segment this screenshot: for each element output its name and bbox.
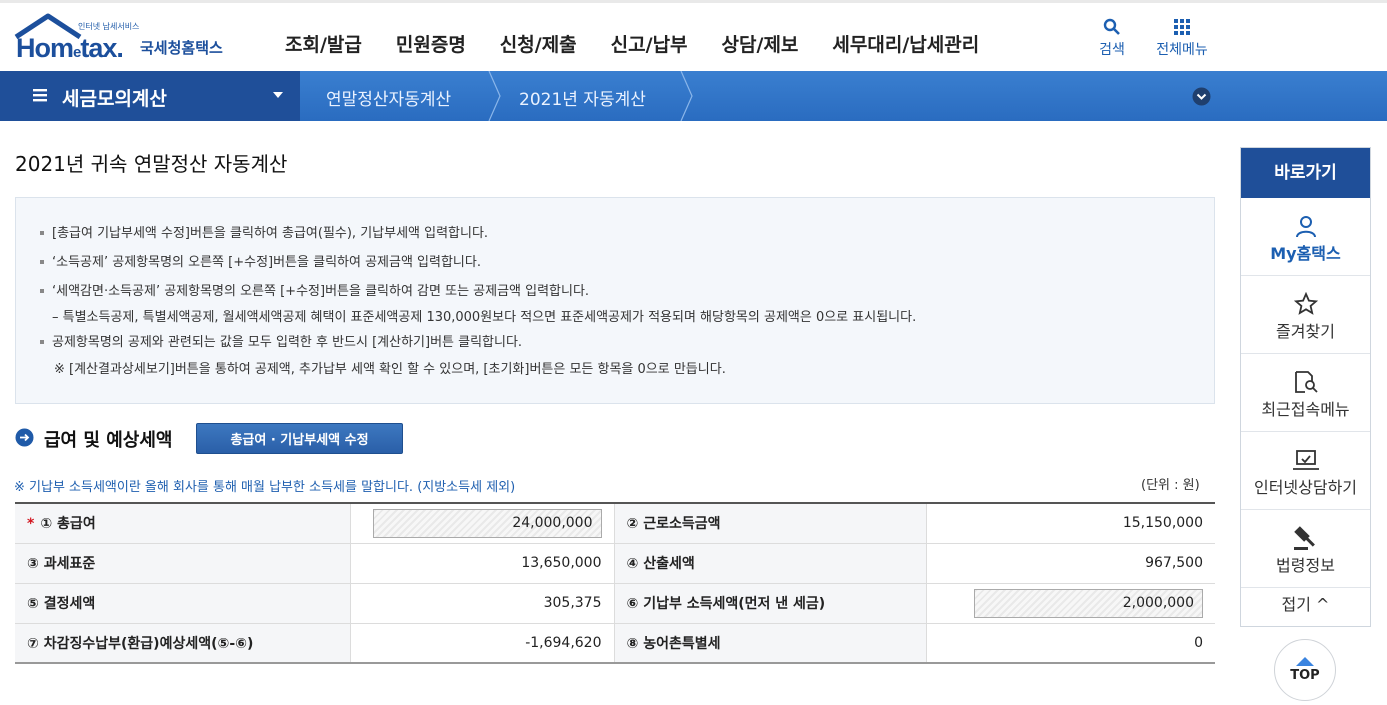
all-menu-button[interactable]: 전체메뉴 xyxy=(1147,15,1217,59)
calculated-tax-value: 967,500 xyxy=(925,543,1215,584)
breadcrumb-separator-icon xyxy=(488,71,501,121)
instructions-box: [총급여 기납부세액 수정]버튼을 클릭하여 총급여(필수), 기납부세액 입력… xyxy=(15,197,1215,404)
table-row: ③ 과세표준 13,650,000 ④ 산출세액 967,500 xyxy=(15,543,1215,584)
search-label: 검색 xyxy=(1099,42,1125,58)
rural-special-tax-label: ⑧ 농어촌특별세 xyxy=(614,623,926,664)
required-mark: * xyxy=(27,516,35,533)
quick-item-law-info[interactable]: 법령정보 xyxy=(1241,510,1370,588)
nav-item-certificate[interactable]: 민원증명 xyxy=(396,30,466,57)
scroll-top-button[interactable]: TOP xyxy=(1274,639,1336,701)
total-salary-field[interactable]: 24,000,000 xyxy=(372,508,602,538)
quick-menu-fold-button[interactable]: 접기 ^ xyxy=(1241,588,1370,624)
unit-label: (단위 : 원) xyxy=(1141,478,1200,493)
nav-item-inquiry[interactable]: 조회/발급 xyxy=(285,30,362,57)
all-menu-label: 전체메뉴 xyxy=(1156,42,1208,58)
prepaid-tax-cell: 2,000,000 xyxy=(925,583,1215,624)
logo-subtitle: 인터넷 납세서비스 xyxy=(78,22,140,31)
location-bar: 세금모의계산 연말정산자동계산 2021년 자동계산 xyxy=(0,71,1387,121)
search-button[interactable]: 검색 xyxy=(1077,15,1147,59)
page-title: 2021년 귀속 연말정산 자동계산 xyxy=(15,152,288,176)
site-header: 인터넷 납세서비스 Hometax. 국세청홈택스 조회/발급 민원증명 신청/… xyxy=(0,0,1387,71)
expected-refund-label: ⑦ 차감징수납부(환급)예상세액(⑤-⑥) xyxy=(15,623,350,664)
arrow-up-icon xyxy=(1296,657,1314,666)
instruction-subline: ※ [계산결과상세보기]버튼을 통하여 공제액, 추가납부 세액 확인 할 수 … xyxy=(54,362,726,377)
instruction-line: ‘세액감면·소득공제’ 공제항목명의 오른쪽 [+수정]버튼을 클릭하여 감면 … xyxy=(40,280,589,299)
tax-base-label: ③ 과세표준 xyxy=(15,543,350,584)
tax-note: ※ 기납부 소득세액이란 올해 회사를 통해 매월 납부한 소득세를 말합니다.… xyxy=(14,480,516,495)
table-row: * ① 총급여 24,000,000 ② 근로소득금액 15,150,000 xyxy=(15,503,1215,544)
determined-tax-value: 305,375 xyxy=(349,583,615,624)
logo-brand: Hometax. xyxy=(16,33,124,63)
earned-income-label: ② 근로소득금액 xyxy=(614,503,926,544)
quick-item-my-hometax[interactable]: My홈택스 xyxy=(1241,198,1370,276)
total-salary-label: * ① 총급여 xyxy=(15,503,350,544)
instruction-line: ‘소득공제’ 공제항목명의 오른쪽 [+수정]버튼을 클릭하여 공제금액 입력합… xyxy=(40,251,481,270)
tax-base-value: 13,650,000 xyxy=(349,543,615,584)
earned-income-value: 15,150,000 xyxy=(925,503,1215,544)
breadcrumb-item-yearend[interactable]: 연말정산자동계산 xyxy=(326,85,451,110)
arrow-circle-icon xyxy=(15,428,34,447)
total-salary-cell: 24,000,000 xyxy=(349,503,615,544)
chevron-down-circle-icon[interactable] xyxy=(1192,87,1211,106)
hometax-logo[interactable]: 인터넷 납세서비스 Hometax. 국세청홈택스 xyxy=(14,13,244,63)
quick-item-favorites[interactable]: 즐겨찾기 xyxy=(1241,276,1370,354)
menu-title: 세금모의계산 xyxy=(62,88,167,110)
document-search-icon xyxy=(1294,371,1318,393)
nav-item-apply[interactable]: 신청/제출 xyxy=(500,30,577,57)
section-title: 급여 및 예상세액 xyxy=(44,430,173,451)
table-row: ⑤ 결정세액 305,375 ⑥ 기납부 소득세액(먼저 낸 세금) 2,000… xyxy=(15,583,1215,624)
prepaid-tax-field[interactable]: 2,000,000 xyxy=(974,588,1203,618)
table-row: ⑦ 차감징수납부(환급)예상세액(⑤-⑥) -1,694,620 ⑧ 농어촌특별… xyxy=(15,623,1215,664)
quick-menu-title: 바로가기 xyxy=(1241,148,1370,198)
hamburger-icon xyxy=(33,89,47,102)
main-nav: 조회/발급 민원증명 신청/제출 신고/납부 상담/제보 세무대리/납세관리 xyxy=(285,30,1013,57)
laptop-icon xyxy=(1292,450,1319,470)
tax-summary-table: * ① 총급여 24,000,000 ② 근로소득금액 15,150,000 ③ … xyxy=(15,502,1215,664)
header-tools: 검색 전체메뉴 xyxy=(1077,15,1217,59)
search-icon xyxy=(1103,18,1120,35)
expected-refund-value: -1,694,620 xyxy=(349,623,615,664)
instruction-subline: – 특별소득공제, 특별세액공제, 월세액세액공제 혜택이 표준세액공제 130… xyxy=(52,310,917,325)
determined-tax-label: ⑤ 결정세액 xyxy=(15,583,350,624)
instruction-line: 공제항목명의 공제와 관련되는 값을 모두 입력한 후 반드시 [계산하기]버튼… xyxy=(40,331,522,350)
nav-item-agent[interactable]: 세무대리/납세관리 xyxy=(832,30,979,57)
breadcrumb-separator-icon xyxy=(680,71,693,121)
nav-item-consult[interactable]: 상담/제보 xyxy=(722,30,799,57)
rural-special-tax-value: 0 xyxy=(925,623,1215,664)
breadcrumb-item-2021[interactable]: 2021년 자동계산 xyxy=(519,85,646,110)
nav-item-report[interactable]: 신고/납부 xyxy=(611,30,688,57)
caret-down-icon xyxy=(273,92,283,98)
grid-icon xyxy=(1174,19,1190,35)
calculated-tax-label: ④ 산출세액 xyxy=(614,543,926,584)
user-icon xyxy=(1295,216,1316,238)
prepaid-tax-label: ⑥ 기납부 소득세액(먼저 낸 세금) xyxy=(614,583,926,624)
edit-salary-tax-button[interactable]: 총급여 · 기납부세액 수정 xyxy=(196,423,403,454)
instruction-line: [총급여 기납부세액 수정]버튼을 클릭하여 총급여(필수), 기납부세액 입력… xyxy=(40,222,488,241)
menu-dropdown[interactable]: 세금모의계산 xyxy=(0,71,300,121)
star-icon xyxy=(1293,292,1318,315)
quick-menu: 바로가기 My홈택스 즐겨찾기 최근접속메뉴 인터넷상담하기 법령정보 접기 ^ xyxy=(1240,147,1371,627)
gavel-icon xyxy=(1293,526,1315,550)
quick-item-recent-menu[interactable]: 최근접속메뉴 xyxy=(1241,354,1370,432)
logo-korean-name: 국세청홈택스 xyxy=(140,39,223,57)
quick-item-online-consult[interactable]: 인터넷상담하기 xyxy=(1241,432,1370,510)
